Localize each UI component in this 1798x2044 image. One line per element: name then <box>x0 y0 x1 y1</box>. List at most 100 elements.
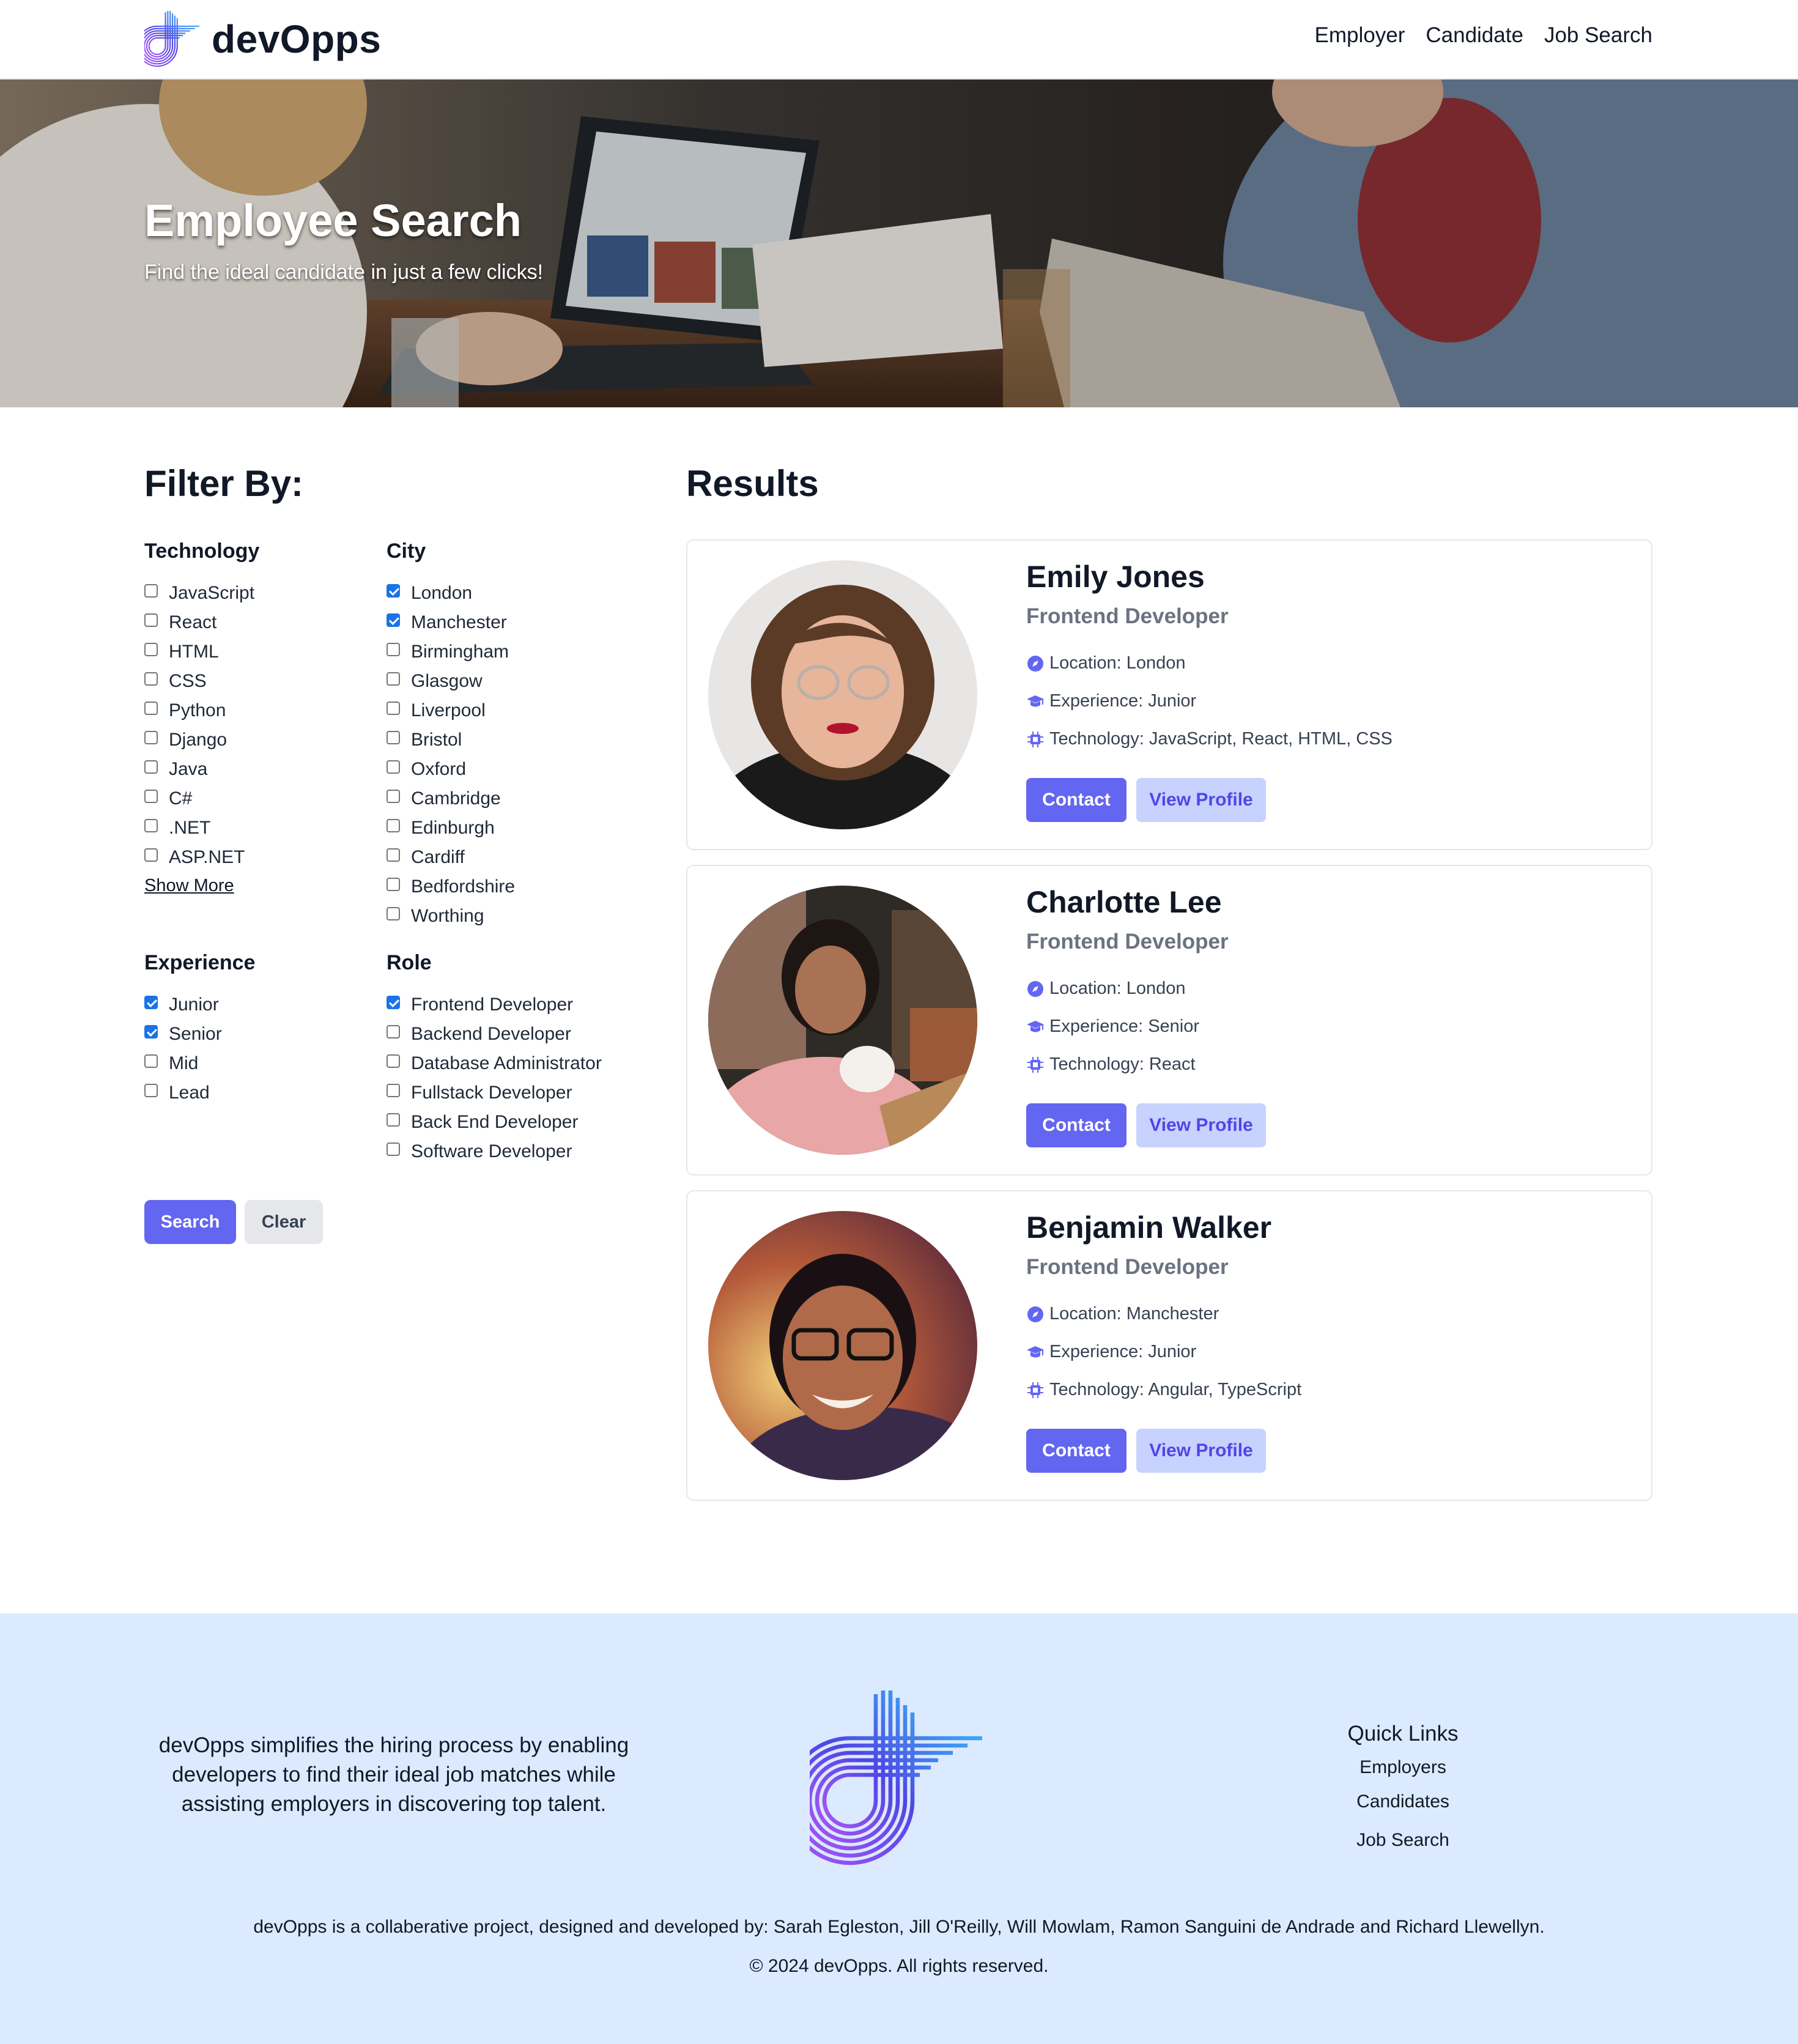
filter-option-label: ASP.NET <box>169 847 245 867</box>
filter-option-label: Java <box>169 759 208 779</box>
microchip-icon <box>1027 1382 1043 1398</box>
checkbox[interactable] <box>144 848 158 862</box>
filter-option-label: Manchester <box>411 612 507 632</box>
filter-option[interactable]: React <box>144 608 259 637</box>
filter-option[interactable]: ASP.NET <box>144 843 259 872</box>
checkbox[interactable] <box>387 731 400 744</box>
search-button[interactable]: Search <box>144 1200 236 1244</box>
checkbox[interactable] <box>387 672 400 686</box>
brand-name: devOpps <box>212 17 382 61</box>
filter-option[interactable]: Mid <box>144 1049 255 1078</box>
filter-option[interactable]: Birmingham <box>387 637 515 667</box>
checkbox[interactable] <box>144 996 158 1009</box>
nav-employer[interactable]: Employer <box>1315 23 1405 48</box>
filter-option[interactable]: Java <box>144 755 259 784</box>
footer-about-text: devOpps simplifies the hiring process by… <box>158 1733 629 1816</box>
checkbox[interactable] <box>387 613 400 627</box>
location-text: Location: Manchester <box>1049 1304 1219 1324</box>
filter-option[interactable]: Software Developer <box>387 1137 602 1166</box>
brand-logo-link[interactable]: devOpps <box>144 10 381 69</box>
filter-option[interactable]: Frontend Developer <box>387 990 602 1020</box>
checkbox[interactable] <box>387 1084 400 1097</box>
checkbox[interactable] <box>144 584 158 598</box>
checkbox[interactable] <box>144 760 158 774</box>
checkbox[interactable] <box>387 878 400 891</box>
candidate-experience: Experience: Senior <box>1026 1016 1199 1037</box>
filter-option[interactable]: Fullstack Developer <box>387 1078 602 1108</box>
checkbox[interactable] <box>144 790 158 803</box>
checkbox[interactable] <box>387 790 400 803</box>
checkbox[interactable] <box>387 584 400 598</box>
nav-job-search[interactable]: Job Search <box>1544 23 1652 48</box>
view-profile-button[interactable]: View Profile <box>1136 1103 1266 1147</box>
filter-option[interactable]: Oxford <box>387 755 515 784</box>
contact-button[interactable]: Contact <box>1026 778 1127 822</box>
checkbox[interactable] <box>144 1054 158 1068</box>
filter-option[interactable]: London <box>387 579 515 608</box>
filter-option[interactable]: C# <box>144 784 259 813</box>
checkbox[interactable] <box>387 848 400 862</box>
checkbox[interactable] <box>144 613 158 627</box>
checkbox[interactable] <box>144 731 158 744</box>
compass-icon <box>1027 980 1043 997</box>
checkbox[interactable] <box>387 1054 400 1068</box>
filter-option[interactable]: Cardiff <box>387 843 515 872</box>
filter-option[interactable]: Glasgow <box>387 667 515 696</box>
filter-option[interactable]: Django <box>144 725 259 755</box>
filter-option[interactable]: Backend Developer <box>387 1020 602 1049</box>
view-profile-button[interactable]: View Profile <box>1136 1429 1266 1473</box>
checkbox[interactable] <box>144 672 158 686</box>
filter-option[interactable]: Python <box>144 696 259 725</box>
checkbox[interactable] <box>144 643 158 656</box>
main-nav: Employer Candidate Job Search <box>1315 23 1652 48</box>
filter-option[interactable]: Junior <box>144 990 255 1020</box>
show-more-link[interactable]: Show More <box>144 876 259 896</box>
checkbox[interactable] <box>144 702 158 715</box>
checkbox[interactable] <box>144 1025 158 1039</box>
contact-button[interactable]: Contact <box>1026 1103 1127 1147</box>
checkbox[interactable] <box>387 702 400 715</box>
filter-option[interactable]: Cambridge <box>387 784 515 813</box>
filter-heading-technology: Technology <box>144 539 260 563</box>
filter-option[interactable]: Edinburgh <box>387 813 515 843</box>
checkbox[interactable] <box>387 760 400 774</box>
nav-candidate[interactable]: Candidate <box>1426 23 1523 48</box>
filter-heading-city: City <box>387 539 426 563</box>
footer-link-employers[interactable]: Employers <box>1256 1750 1550 1785</box>
filter-option-label: Mid <box>169 1053 199 1073</box>
checkbox[interactable] <box>387 907 400 920</box>
hero-title: Employee Search <box>144 195 522 246</box>
filter-option[interactable]: Worthing <box>387 902 515 931</box>
checkbox[interactable] <box>387 1113 400 1127</box>
footer-link-job-search[interactable]: Job Search <box>1256 1819 1550 1856</box>
candidate-role: Frontend Developer <box>1026 604 1229 628</box>
filter-option[interactable]: JavaScript <box>144 579 259 608</box>
filter-option[interactable]: Liverpool <box>387 696 515 725</box>
role-options: Frontend Developer Backend Developer Datab… <box>387 990 602 1166</box>
footer-link-candidates[interactable]: Candidates <box>1256 1785 1550 1819</box>
checkbox[interactable] <box>387 643 400 656</box>
checkbox[interactable] <box>144 1084 158 1097</box>
view-profile-button[interactable]: View Profile <box>1136 778 1266 822</box>
filter-option[interactable]: CSS <box>144 667 259 696</box>
filter-option[interactable]: HTML <box>144 637 259 667</box>
hero-subtitle: Find the ideal candidate in just a few c… <box>144 261 544 284</box>
filter-group-city: City London Manchester Birmingham Glasgow Li… <box>387 539 515 931</box>
filter-option[interactable]: .NET <box>144 813 259 843</box>
checkbox[interactable] <box>387 1025 400 1039</box>
filter-option[interactable]: Bedfordshire <box>387 872 515 902</box>
checkbox[interactable] <box>387 1142 400 1156</box>
contact-button[interactable]: Contact <box>1026 1429 1127 1473</box>
checkbox[interactable] <box>387 819 400 832</box>
filter-option[interactable]: Senior <box>144 1020 255 1049</box>
checkbox[interactable] <box>144 819 158 832</box>
filter-option[interactable]: Back End Developer <box>387 1108 602 1137</box>
filter-option-label: HTML <box>169 642 219 662</box>
checkbox[interactable] <box>387 996 400 1009</box>
clear-button[interactable]: Clear <box>245 1200 323 1244</box>
candidate-name: Benjamin Walker <box>1026 1210 1272 1245</box>
filter-option[interactable]: Bristol <box>387 725 515 755</box>
filter-option[interactable]: Database Administrator <box>387 1049 602 1078</box>
filter-option[interactable]: Lead <box>144 1078 255 1108</box>
filter-option[interactable]: Manchester <box>387 608 515 637</box>
